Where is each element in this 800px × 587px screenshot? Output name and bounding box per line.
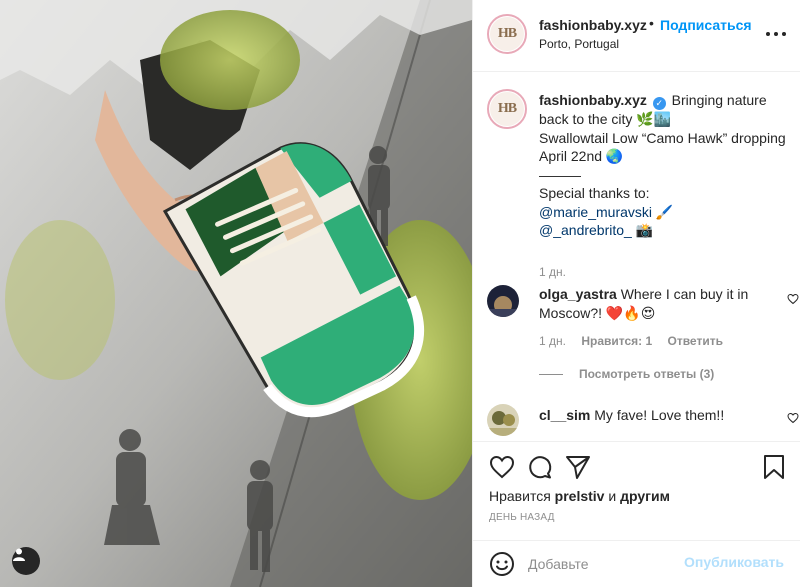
more-options-button[interactable] <box>766 26 786 42</box>
mention-link[interactable]: @_andrebrito_ <box>539 222 632 238</box>
caption-divider: ——— <box>539 166 581 183</box>
like-comment-heart-icon[interactable] <box>787 412 799 424</box>
avatar-image <box>487 285 519 317</box>
caption-line: Swallowtail Low “Camo Hawk” dropping Apr… <box>539 129 786 165</box>
caption-avatar[interactable]: HB <box>487 89 527 129</box>
comments-section[interactable]: HB fashionbaby.xyz ✓ Bringing nature bac… <box>473 73 800 440</box>
commenter-avatar[interactable] <box>487 285 519 317</box>
add-comment-bar: Опубликовать <box>473 540 800 587</box>
post-image[interactable] <box>0 0 472 587</box>
more-horizontal-icon <box>766 32 770 36</box>
post-sidebar: HB fashionbaby.xyz • Подписаться Porto, … <box>472 0 800 587</box>
comment-input[interactable] <box>528 551 698 577</box>
commenter-username[interactable]: cl__sim <box>539 407 590 423</box>
author-avatar[interactable]: HB <box>487 14 527 54</box>
share-paper-plane-icon[interactable] <box>565 454 591 480</box>
comment-text: cl__sim My fave! Love them!! <box>539 406 759 425</box>
posted-time[interactable]: ДЕНЬ НАЗАД <box>489 512 555 523</box>
emoji-icon[interactable] <box>489 551 515 577</box>
post-actions: Нравится prelstiv и другим ДЕНЬ НАЗАД Оп… <box>473 441 800 587</box>
user-tag-button[interactable] <box>12 547 40 575</box>
comment-likes[interactable]: Нравится: 1 <box>581 334 652 348</box>
post-header: HB fashionbaby.xyz • Подписаться Porto, … <box>473 0 800 72</box>
post-location[interactable]: Porto, Portugal <box>539 37 619 51</box>
comment-body: My fave! Love them!! <box>594 407 725 423</box>
comment-bubble-icon[interactable] <box>527 454 553 480</box>
more-horizontal-icon <box>782 32 786 36</box>
liked-by-others[interactable]: другим <box>620 488 670 504</box>
action-bar <box>489 454 789 480</box>
user-icon <box>13 548 25 561</box>
comment-text: olga_yastra Where I can buy it in Moscow… <box>539 285 759 322</box>
separator-dot: • <box>649 15 654 31</box>
avatar-logo: HB <box>490 17 524 51</box>
likes-and: и <box>608 488 617 504</box>
like-heart-icon[interactable] <box>489 454 515 480</box>
mention-link[interactable]: @marie_muravski <box>539 204 652 220</box>
follow-button[interactable]: Подписаться <box>660 17 752 33</box>
camera-emoji: 📸 <box>635 222 654 238</box>
commenter-username[interactable]: olga_yastra <box>539 286 617 302</box>
author-username[interactable]: fashionbaby.xyz <box>539 17 647 33</box>
verified-badge-icon: ✓ <box>652 97 666 110</box>
comment-meta: 1 дн. Нравится: 1 Ответить <box>539 334 723 348</box>
liked-by-user[interactable]: prelstiv <box>555 488 605 504</box>
caption-text: fashionbaby.xyz ✓ Bringing nature back t… <box>539 91 789 240</box>
save-bookmark-icon[interactable] <box>761 454 787 480</box>
likes-prefix: Нравится <box>489 488 551 504</box>
likes-summary: Нравится prelstiv и другим <box>489 488 670 504</box>
caption-line: Special thanks to: <box>539 185 650 201</box>
caption-username[interactable]: fashionbaby.xyz <box>539 92 647 108</box>
like-comment-heart-icon[interactable] <box>787 293 799 305</box>
post-illustration <box>0 0 472 587</box>
commenter-avatar[interactable] <box>487 404 519 436</box>
avatar-image <box>487 404 519 436</box>
view-replies-button[interactable]: Посмотреть ответы (3) <box>553 367 714 381</box>
brush-emoji: 🖌️ <box>655 203 674 220</box>
avatar-logo: HB <box>490 92 524 126</box>
comment-time[interactable]: 1 дн. <box>539 334 566 348</box>
reply-button[interactable]: Ответить <box>668 334 723 348</box>
more-horizontal-icon <box>774 32 778 36</box>
caption-time[interactable]: 1 дн. <box>539 265 566 279</box>
publish-button[interactable]: Опубликовать <box>684 554 784 570</box>
